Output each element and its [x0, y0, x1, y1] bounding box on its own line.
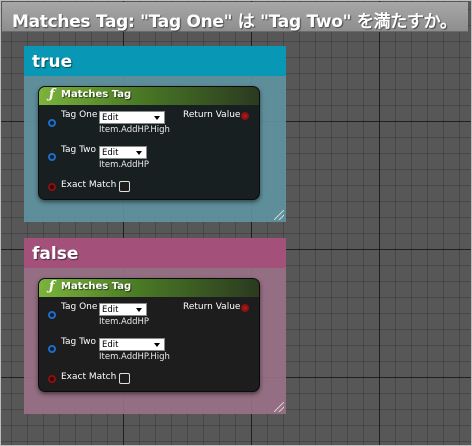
tag-two-value: Item.AddHP — [99, 160, 150, 170]
tag-one-edit-label: Edit — [102, 305, 119, 315]
tag-two-value: Item.AddHP.High — [99, 352, 170, 362]
tag-two-edit-dropdown[interactable]: Edit — [99, 146, 147, 159]
node-header[interactable]: ƒ Matches Tag — [39, 87, 259, 105]
return-value-label: Return Value — [183, 302, 241, 312]
tag-two-label: Tag Two — [61, 145, 96, 155]
return-value-output-pin[interactable] — [241, 304, 249, 312]
node-header[interactable]: ƒ Matches Tag — [39, 279, 259, 297]
matches-tag-node[interactable]: ƒ Matches Tag Tag One Edit Item.AddHP.Hi… — [38, 86, 260, 200]
return-value-output-pin[interactable] — [241, 112, 249, 120]
tag-one-value: Item.AddHP.High — [99, 125, 170, 135]
exact-match-input-pin[interactable] — [48, 375, 56, 383]
tag-two-edit-label: Edit — [102, 340, 119, 350]
node-title: Matches Tag — [61, 89, 132, 100]
exact-match-checkbox[interactable] — [119, 181, 130, 192]
tag-one-label: Tag One — [61, 302, 98, 312]
exact-match-input-pin[interactable] — [48, 183, 56, 191]
tag-one-label: Tag One — [61, 110, 98, 120]
exact-match-label: Exact Match — [61, 180, 117, 190]
resize-handle[interactable] — [274, 402, 284, 412]
function-icon: ƒ — [49, 87, 55, 102]
chevron-down-icon — [136, 308, 142, 312]
graph-title: Matches Tag: "Tag One" は "Tag Two" を満たすか… — [12, 12, 457, 32]
tag-one-input-pin[interactable] — [48, 311, 56, 319]
chevron-down-icon — [136, 151, 142, 155]
tag-one-input-pin[interactable] — [48, 119, 56, 127]
comment-box-true[interactable]: true ƒ Matches Tag Tag One Edit Item.Add… — [24, 46, 286, 222]
chevron-down-icon — [154, 116, 160, 120]
comment-title-false: false — [32, 244, 79, 264]
matches-tag-node[interactable]: ƒ Matches Tag Tag One Edit Item.AddHP Ta… — [38, 278, 260, 392]
comment-title-true: true — [32, 52, 73, 72]
return-value-label: Return Value — [183, 110, 241, 120]
exact-match-label: Exact Match — [61, 372, 117, 382]
tag-one-value: Item.AddHP — [99, 317, 150, 327]
graph-title-bar: Matches Tag: "Tag One" は "Tag Two" を満たすか… — [2, 2, 468, 32]
tag-two-input-pin[interactable] — [48, 345, 56, 353]
tag-one-edit-dropdown[interactable]: Edit — [99, 303, 147, 316]
exact-match-checkbox[interactable] — [119, 373, 130, 384]
chevron-down-icon — [154, 343, 160, 347]
tag-two-label: Tag Two — [61, 337, 96, 347]
tag-two-input-pin[interactable] — [48, 153, 56, 161]
tag-two-edit-dropdown[interactable]: Edit — [99, 338, 165, 351]
resize-handle[interactable] — [274, 210, 284, 220]
comment-header-false[interactable]: false — [24, 238, 286, 268]
tag-one-edit-dropdown[interactable]: Edit — [99, 111, 165, 124]
tag-one-edit-label: Edit — [102, 113, 119, 123]
function-icon: ƒ — [49, 279, 55, 294]
comment-header-true[interactable]: true — [24, 46, 286, 76]
comment-box-false[interactable]: false ƒ Matches Tag Tag One Edit Item.Ad… — [24, 238, 286, 414]
node-title: Matches Tag — [61, 281, 132, 292]
tag-two-edit-label: Edit — [102, 148, 119, 158]
